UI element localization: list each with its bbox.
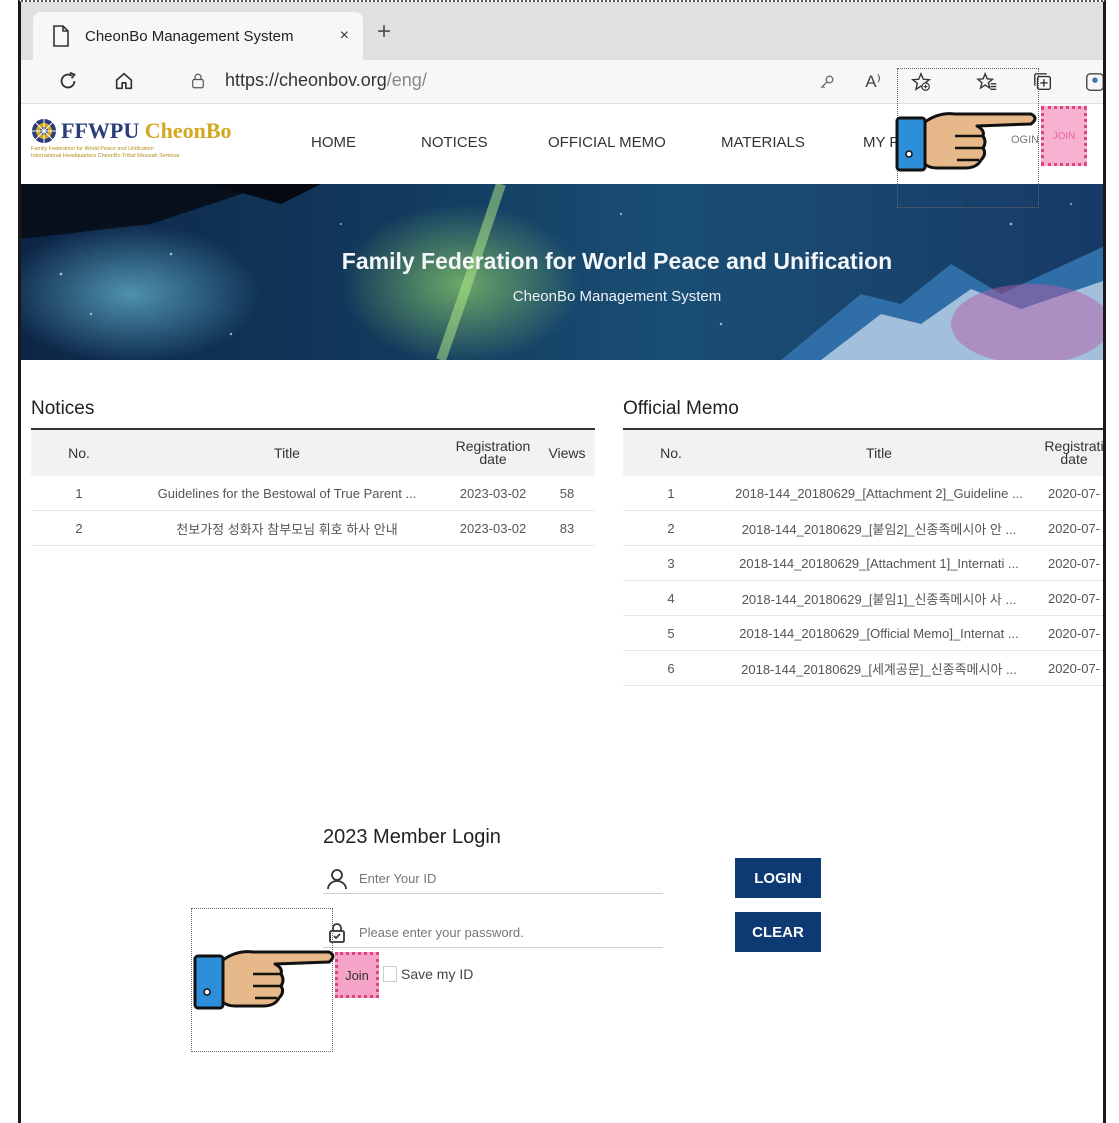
tab-title: CheonBo Management System — [85, 27, 294, 45]
table-row[interactable]: 1 Guidelines for the Bestowal of True Pa… — [31, 476, 595, 511]
nav-notices[interactable]: NOTICES — [421, 134, 488, 151]
row-date: 2020-07- — [1047, 520, 1101, 536]
profile-icon[interactable] — [1081, 68, 1103, 96]
official-memo-heading: Official Memo — [623, 398, 739, 419]
logo-subtitle: Family Federation for World Peace and Un… — [31, 146, 263, 160]
row-title[interactable]: 2018-144_20180629_[Attachment 2]_Guideli… — [719, 486, 1039, 501]
table-row[interactable]: 2 천보가정 성화자 참부모님 휘호 하사 안내 2023-03-02 83 — [31, 511, 595, 546]
refresh-icon[interactable] — [55, 68, 81, 94]
col-registration-date: Registration date — [447, 440, 539, 466]
save-id-checkbox[interactable] — [383, 966, 397, 982]
logo-ffwpu: FFWPU — [61, 118, 145, 143]
notices-heading: Notices — [31, 398, 95, 419]
row-views: 58 — [559, 485, 575, 501]
table-row[interactable]: 4 2018-144_20180629_[붙임1]_신종족메시아 사 ... 2… — [623, 581, 1103, 616]
row-title[interactable]: 2018-144_20180629_[붙임2]_신종족메시아 안 ... — [719, 519, 1039, 538]
col-date-label: date — [479, 451, 507, 466]
col-title: Title — [274, 445, 300, 461]
url-host: https://cheonbov.org — [225, 70, 387, 90]
password-input[interactable] — [359, 925, 649, 940]
url-path: /eng/ — [386, 70, 427, 90]
member-login-title: 2023 Member Login — [323, 826, 501, 848]
nav-official-memo[interactable]: OFFICIAL MEMO — [548, 134, 666, 151]
row-title[interactable]: 2018-144_20180629_[붙임1]_신종족메시아 사 ... — [719, 589, 1039, 608]
notices-table: No. Title Registration date Views 1 Guide… — [31, 428, 595, 546]
row-views: 83 — [559, 520, 575, 536]
header-join-label: JOIN — [1052, 130, 1076, 142]
row-title[interactable]: 2018-144_20180629_[세계공문]_신종족메시아 ... — [719, 659, 1039, 678]
row-no: 3 — [667, 555, 675, 571]
row-title[interactable]: 2018-144_20180629_[Official Memo]_Intern… — [719, 626, 1039, 641]
pointing-hand-icon — [895, 112, 1037, 172]
col-views: Views — [548, 445, 586, 461]
row-date: 2020-07- — [1047, 660, 1101, 676]
banner-title: Family Federation for World Peace and Un… — [341, 248, 893, 274]
nav-materials[interactable]: MATERIALS — [721, 134, 805, 151]
save-id-label: Save my ID — [401, 966, 474, 982]
logo-subtitle-line-2: International Headquarters CheonBo Triba… — [31, 153, 180, 159]
join-link-label: Join — [345, 967, 369, 983]
user-icon — [327, 868, 347, 889]
nav-home[interactable]: HOME — [311, 134, 356, 151]
pointing-hand-icon — [193, 950, 335, 1010]
hero-banner: Family Federation for World Peace and Un… — [21, 184, 1103, 360]
row-date: 2020-07- — [1047, 555, 1101, 571]
password-key-icon[interactable] — [813, 68, 841, 96]
join-link[interactable]: Join — [335, 952, 379, 998]
logo-subtitle-line-1: Family Federation for World Peace and Un… — [31, 146, 154, 152]
home-icon[interactable] — [111, 68, 137, 94]
read-aloud-icon[interactable]: A⁾ — [859, 68, 887, 96]
row-title[interactable]: Guidelines for the Bestowal of True Pare… — [127, 486, 447, 501]
close-tab-icon[interactable]: × — [340, 27, 349, 45]
lock-icon[interactable] — [185, 68, 211, 94]
document-icon — [53, 25, 69, 47]
row-no: 2 — [667, 520, 675, 536]
site-logo[interactable]: FFWPU CheonBo Family Federation for Worl… — [31, 118, 263, 160]
table-row[interactable]: 2 2018-144_20180629_[붙임2]_신종족메시아 안 ... 2… — [623, 511, 1103, 546]
memo-table-header: No. Title Registrati date — [623, 430, 1103, 476]
table-row[interactable]: 1 2018-144_20180629_[Attachment 2]_Guide… — [623, 476, 1103, 511]
table-row[interactable]: 3 2018-144_20180629_[Attachment 1]_Inter… — [623, 546, 1103, 581]
col-title: Title — [866, 445, 892, 461]
login-button[interactable]: LOGIN — [735, 858, 821, 898]
row-title[interactable]: 천보가정 성화자 참부모님 휘호 하사 안내 — [127, 519, 447, 538]
row-date: 2020-07- — [1047, 625, 1101, 641]
row-date: 2020-07- — [1047, 485, 1101, 501]
col-no: No. — [660, 445, 682, 461]
row-no: 4 — [667, 590, 675, 606]
row-date: 2023-03-02 — [459, 520, 527, 536]
col-date-label: date — [1060, 451, 1088, 466]
browser-tab-strip: CheonBo Management System × + — [21, 2, 1103, 60]
clear-button[interactable]: CLEAR — [735, 912, 821, 952]
header-join-link[interactable]: JOIN — [1041, 106, 1087, 166]
ffwpu-emblem-icon — [32, 119, 56, 143]
id-input[interactable] — [359, 871, 649, 886]
logo-cheonbo: CheonBo — [144, 118, 232, 143]
password-field — [323, 918, 663, 948]
row-title[interactable]: 2018-144_20180629_[Attachment 1]_Interna… — [719, 556, 1039, 571]
logo-text: FFWPU CheonBo — [61, 118, 232, 144]
screenshot-frame: CheonBo Management System × + https://ch… — [18, 0, 1106, 1123]
banner-subtitle: CheonBo Management System — [512, 288, 722, 305]
row-no: 1 — [667, 485, 675, 501]
row-no: 1 — [75, 485, 83, 501]
row-date: 2020-07- — [1047, 590, 1101, 606]
new-tab-icon[interactable]: + — [377, 18, 391, 46]
save-id-option[interactable]: Save my ID — [383, 966, 473, 982]
url-text[interactable]: https://cheonbov.org/eng/ — [225, 70, 427, 91]
row-no: 6 — [667, 660, 675, 676]
col-registration-date: Registrati date — [1039, 440, 1103, 466]
id-field — [323, 864, 663, 894]
row-date: 2023-03-02 — [459, 485, 527, 501]
table-row[interactable]: 5 2018-144_20180629_[Official Memo]_Inte… — [623, 616, 1103, 651]
table-row[interactable]: 6 2018-144_20180629_[세계공문]_신종족메시아 ... 20… — [623, 651, 1103, 686]
col-no: No. — [68, 445, 90, 461]
official-memo-table: No. Title Registrati date 1 2018-144_2018… — [623, 428, 1103, 686]
notices-table-header: No. Title Registration date Views — [31, 430, 595, 476]
row-no: 2 — [75, 520, 83, 536]
row-no: 5 — [667, 625, 675, 641]
browser-tab[interactable]: CheonBo Management System × — [33, 12, 363, 60]
